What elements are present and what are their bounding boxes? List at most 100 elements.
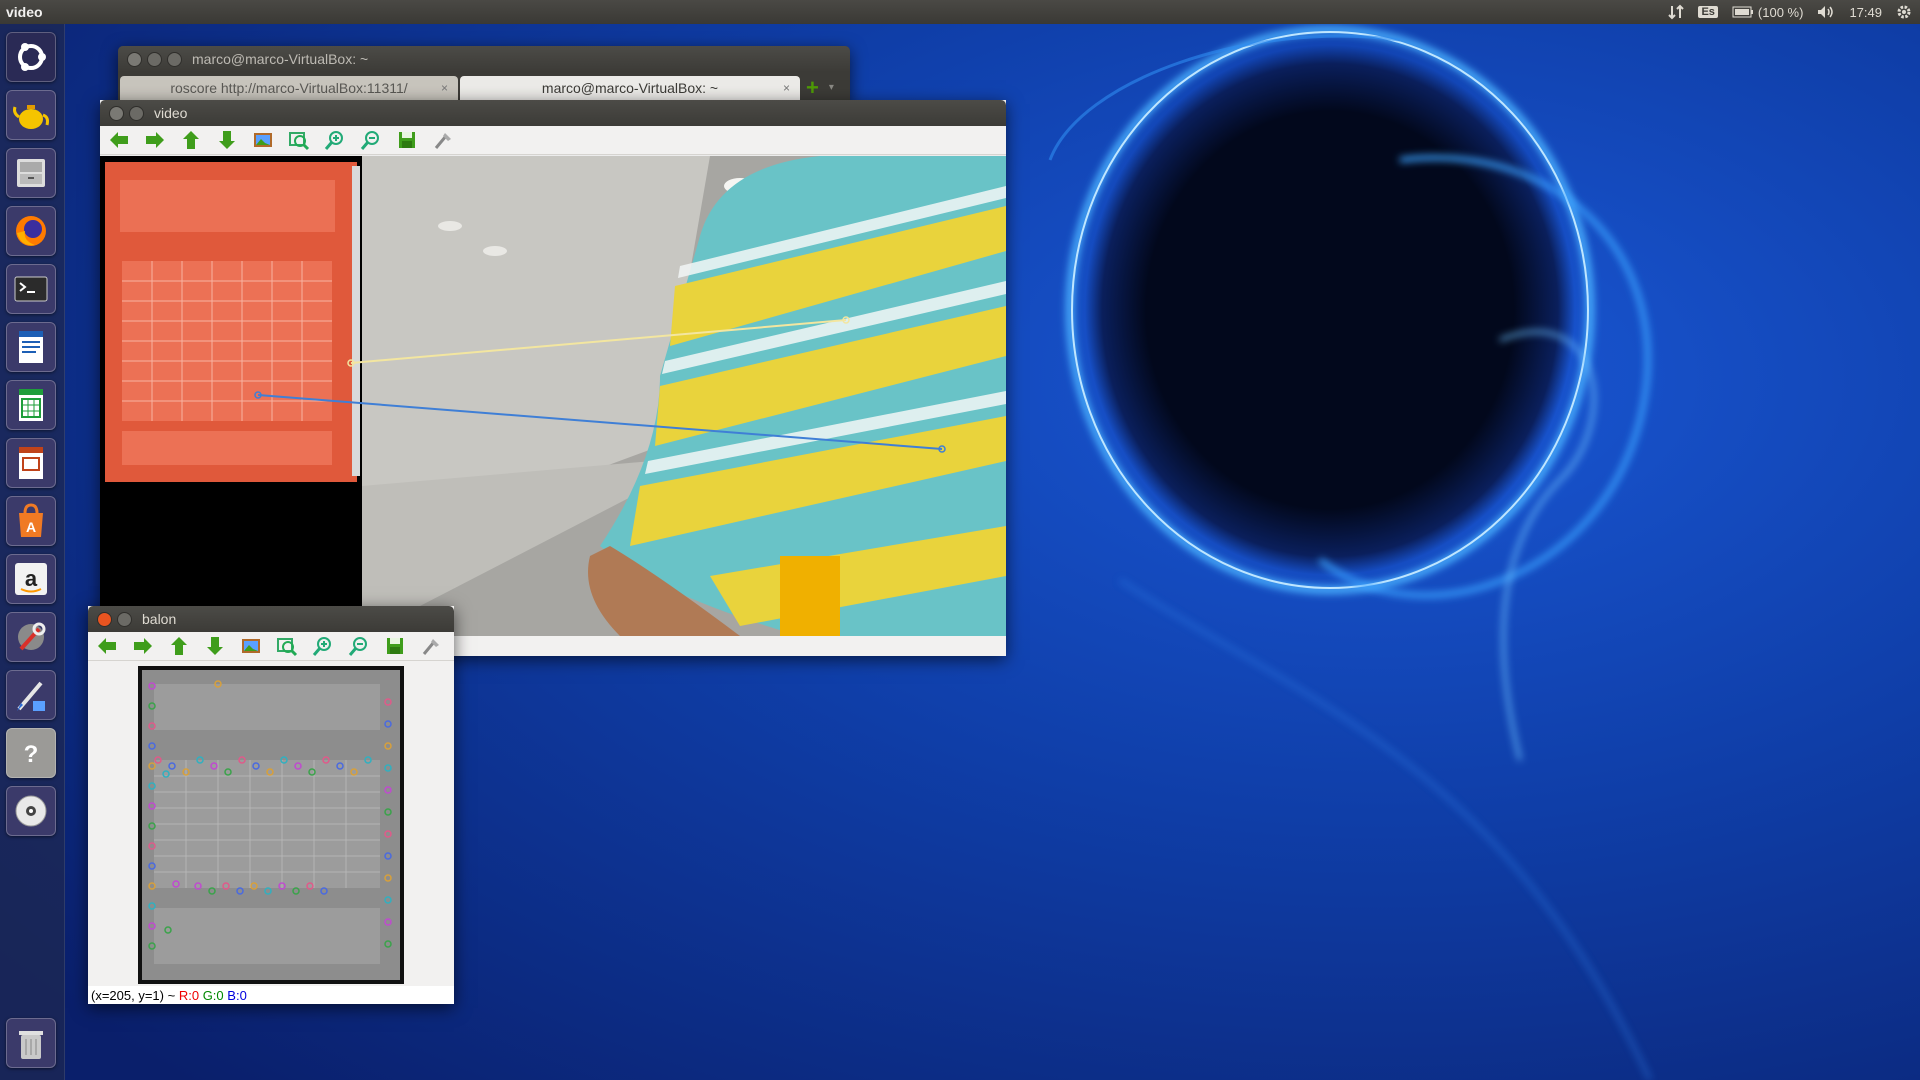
terminal-icon (14, 276, 48, 302)
writer-icon (19, 331, 43, 363)
close-button[interactable] (127, 51, 142, 67)
launcher-trash[interactable] (6, 1018, 56, 1068)
battery-icon (1732, 6, 1753, 18)
launcher-dvd[interactable] (6, 786, 56, 836)
minimize-button[interactable] (147, 51, 162, 67)
launcher-help[interactable]: ? (6, 728, 56, 778)
red-value: R:0 (178, 987, 200, 1003)
tab-marco-home[interactable]: marco@marco-VirtualBox: ~ × (460, 76, 800, 100)
top-panel: video Es (100 %) 17:49 (0, 0, 1920, 24)
maximize-button[interactable] (167, 51, 182, 67)
close-button[interactable] (97, 611, 112, 627)
zoom-in-button[interactable] (310, 634, 336, 658)
question-icon: ? (24, 741, 39, 768)
svg-text:A: A (26, 519, 36, 535)
properties-icon (422, 639, 439, 655)
save-button[interactable] (394, 128, 420, 152)
forward-arrow-button[interactable] (130, 634, 156, 658)
amazon-icon: a (15, 563, 47, 595)
save-button[interactable] (382, 634, 408, 658)
launcher-libreoffice-impress[interactable] (6, 438, 56, 488)
file-cabinet-icon (17, 159, 45, 187)
close-button[interactable] (109, 105, 124, 121)
zoom-out-icon (360, 131, 379, 150)
launcher-firefox[interactable] (6, 206, 56, 256)
launcher-terminal[interactable] (6, 264, 56, 314)
back-arrow-icon (110, 132, 128, 148)
balon-titlebar[interactable]: balon (88, 606, 454, 632)
wrench-icon (18, 622, 46, 651)
balon-image-canvas[interactable] (88, 662, 454, 984)
down-arrow-icon (219, 131, 235, 149)
video-toolbar (100, 126, 1006, 155)
volume-indicator[interactable] (1817, 5, 1835, 19)
forward-arrow-button[interactable] (142, 128, 168, 152)
minimize-button[interactable] (117, 611, 132, 627)
svg-text:?: ? (24, 741, 39, 768)
back-arrow-button[interactable] (106, 128, 132, 152)
battery-indicator[interactable]: (100 %) (1732, 5, 1803, 20)
settings-gear-icon (1897, 5, 1911, 19)
video-window: video (100, 100, 1006, 656)
zoom-out-icon (348, 637, 367, 656)
tab-close-icon[interactable]: × (783, 81, 790, 95)
zoom-out-button[interactable] (358, 128, 384, 152)
image-icon (242, 639, 260, 653)
launcher-amazon[interactable]: a (6, 554, 56, 604)
launcher-drawing-app[interactable] (6, 670, 56, 720)
properties-button[interactable] (418, 634, 444, 658)
terminal-titlebar[interactable]: marco@marco-VirtualBox: ~ (118, 46, 850, 72)
up-arrow-button[interactable] (166, 634, 192, 658)
svg-text:a: a (25, 566, 38, 591)
video-titlebar[interactable]: video (100, 100, 1006, 126)
network-indicator[interactable] (1668, 4, 1685, 20)
tab-label: roscore http://marco-VirtualBox:11311/ (170, 80, 408, 96)
launcher-teapot-app[interactable] (6, 90, 56, 140)
down-arrow-button[interactable] (214, 128, 240, 152)
keyboard-indicator[interactable]: Es (1698, 6, 1718, 18)
launcher-files[interactable] (6, 148, 56, 198)
down-arrow-button[interactable] (202, 634, 228, 658)
disc-icon (15, 795, 47, 827)
video-image-canvas[interactable] (100, 156, 1006, 636)
launcher-libreoffice-writer[interactable] (6, 322, 56, 372)
up-arrow-icon (171, 637, 187, 655)
green-value: G:0 (202, 987, 224, 1003)
zoom-fit-button[interactable] (274, 634, 300, 658)
clock[interactable]: 17:49 (1849, 5, 1882, 20)
add-tab-button[interactable]: + (806, 76, 819, 100)
ubuntu-logo-icon (18, 43, 46, 71)
save-icon (399, 132, 415, 148)
tab-roscore[interactable]: roscore http://marco-VirtualBox:11311/ × (120, 76, 458, 100)
zoom-fit-icon (277, 638, 298, 657)
launcher-dash-home[interactable] (6, 32, 56, 82)
zoom-in-icon (312, 637, 331, 656)
launcher-libreoffice-calc[interactable] (6, 380, 56, 430)
launcher: A a ? (0, 24, 65, 1080)
tab-close-icon[interactable]: × (441, 81, 448, 95)
up-arrow-icon (183, 131, 199, 149)
image-button[interactable] (250, 128, 276, 152)
volume-icon (1818, 6, 1834, 18)
forward-arrow-icon (134, 638, 152, 654)
properties-button[interactable] (430, 128, 456, 152)
back-arrow-button[interactable] (94, 634, 120, 658)
firefox-icon (16, 216, 46, 246)
tab-menu-chevron-icon[interactable]: ▾ (829, 76, 834, 100)
active-app-name: video (6, 4, 43, 20)
system-menu[interactable] (1896, 4, 1912, 20)
video-title: video (154, 105, 188, 121)
zoom-in-button[interactable] (322, 128, 348, 152)
image-button[interactable] (238, 634, 264, 658)
launcher-system-settings[interactable] (6, 612, 56, 662)
launcher-software-center[interactable]: A (6, 496, 56, 546)
zoom-fit-button[interactable] (286, 128, 312, 152)
tab-label: marco@marco-VirtualBox: ~ (541, 80, 719, 96)
minimize-button[interactable] (129, 105, 144, 121)
zoom-out-button[interactable] (346, 634, 372, 658)
paint-brush-icon (17, 681, 45, 711)
terminal-title: marco@marco-VirtualBox: ~ (192, 51, 369, 67)
zoom-fit-icon (289, 132, 310, 151)
forward-arrow-icon (146, 132, 164, 148)
up-arrow-button[interactable] (178, 128, 204, 152)
